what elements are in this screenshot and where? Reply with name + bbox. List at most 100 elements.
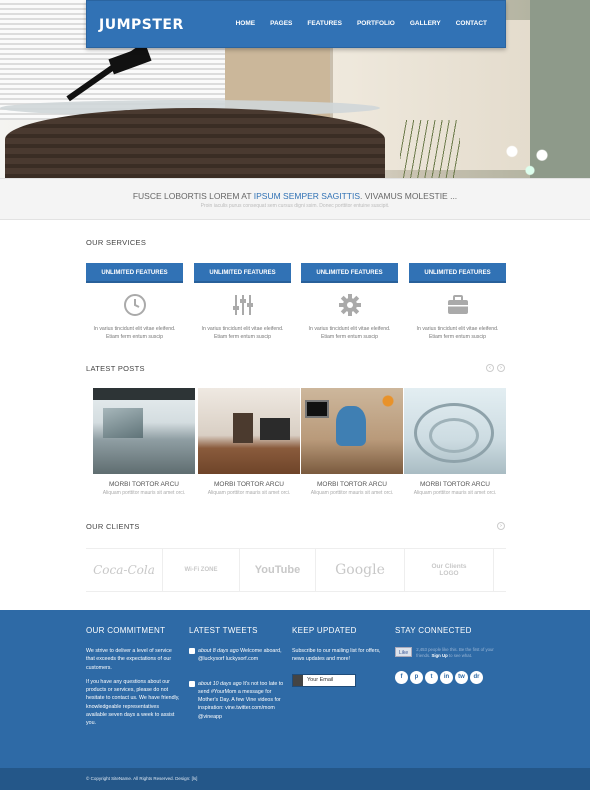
client-logo[interactable]: Coca-Cola xyxy=(86,549,163,591)
service-button[interactable]: UNLIMITED FEATURES xyxy=(194,263,291,283)
gear-icon xyxy=(338,293,362,317)
post-card[interactable]: MORBI TORTOR ARCU Aliquam porttitor maur… xyxy=(93,388,195,500)
client-logo[interactable]: Our Clients LOGO xyxy=(405,549,494,591)
nav-gallery[interactable]: GALLERY xyxy=(410,20,441,27)
service-desc-line: Etiam ferm entum suscip xyxy=(213,334,272,340)
copyright-bar: © Copyright SiteName. All Rights Reserve… xyxy=(0,768,590,790)
site-logo[interactable]: JUMPSTER xyxy=(99,17,184,33)
client-logo[interactable]: Google xyxy=(316,549,405,591)
services-heading: OUR SERVICES xyxy=(86,238,506,248)
post-card[interactable]: MORBI TORTOR ARCU Aliquam porttitor maur… xyxy=(198,388,300,500)
posts-prev-arrow[interactable]: ‹ xyxy=(486,364,494,372)
linkedin-icon[interactable]: in xyxy=(440,671,453,684)
service-desc: In varius tincidunt elit vitae eleifend.… xyxy=(409,325,506,341)
service-desc-line: Etiam ferm entum suscip xyxy=(105,334,164,340)
post-image[interactable] xyxy=(404,388,506,474)
clock-icon xyxy=(123,293,147,317)
post-title[interactable]: MORBI TORTOR ARCU xyxy=(93,481,195,488)
clients-logos: Coca-Cola Wi-Fi ZONE YouTube Google Our … xyxy=(86,548,506,592)
client-logo[interactable]: YouTube xyxy=(240,549,316,591)
pinterest-icon[interactable]: p xyxy=(410,671,423,684)
tagline-headline: FUSCE LOBORTIS LOREM AT IPSUM SEMPER SAG… xyxy=(0,191,590,201)
email-field[interactable]: Your Email xyxy=(292,673,356,687)
service-card: UNLIMITED FEATURES In varius tincidunt e… xyxy=(409,263,506,341)
social-icons: f p t in tw dr xyxy=(395,671,505,684)
tweet-text: about 10 days ago It's not too late to s… xyxy=(198,680,284,721)
service-button[interactable]: UNLIMITED FEATURES xyxy=(409,263,506,283)
like-text: 2,453 people like this. Be the first of … xyxy=(416,647,505,659)
footer-heading: KEEP UPDATED xyxy=(292,626,357,635)
commitment-text-2: If you have any questions about our prod… xyxy=(86,678,180,727)
service-desc: In varius tincidunt elit vitae eleifend.… xyxy=(301,325,398,341)
service-card: UNLIMITED FEATURES In varius tincidunt e… xyxy=(86,263,183,341)
footer-connected: STAY CONNECTED Like 2,453 people like th… xyxy=(395,626,505,684)
nav-home[interactable]: HOME xyxy=(236,20,256,27)
post-title[interactable]: MORBI TORTOR ARCU xyxy=(198,481,300,488)
service-desc-line: In varius tincidunt elit vitae eleifend. xyxy=(308,326,391,332)
signup-link[interactable]: Sign Up xyxy=(431,653,447,658)
post-desc: Aliquam porttitor mauris sit amet orci. xyxy=(207,490,291,496)
nav-pages[interactable]: PAGES xyxy=(270,20,292,27)
clients-next-arrow[interactable]: › xyxy=(497,522,505,530)
twitter-icon xyxy=(189,680,195,687)
sliders-icon xyxy=(231,293,255,317)
footer-heading: STAY CONNECTED xyxy=(395,626,472,635)
service-desc-line: In varius tincidunt elit vitae eleifend. xyxy=(93,326,176,332)
tweet: about 8 days ago Welcome aboard, @luckys… xyxy=(189,647,284,664)
posts-title: LATEST POSTS xyxy=(86,364,153,373)
facebook-icon[interactable]: f xyxy=(395,671,408,684)
like-button[interactable]: Like xyxy=(395,647,413,657)
subscribe-text: Subscribe to our mailing list for offers… xyxy=(292,648,381,663)
tweet-list: about 8 days ago Welcome aboard, @luckys… xyxy=(189,647,284,721)
post-title[interactable]: MORBI TORTOR ARCU xyxy=(404,481,506,488)
twitter-icon[interactable]: tw xyxy=(455,671,468,684)
mail-icon xyxy=(293,674,303,686)
tagline-text: FUSCE LOBORTIS LOREM AT xyxy=(132,191,254,201)
nav-contact[interactable]: CONTACT xyxy=(456,20,487,27)
service-card: UNLIMITED FEATURES In varius tincidunt e… xyxy=(194,263,291,341)
footer-updated: KEEP UPDATED Subscribe to our mailing li… xyxy=(292,626,387,687)
briefcase-icon xyxy=(446,293,470,317)
service-button[interactable]: UNLIMITED FEATURES xyxy=(86,263,183,283)
posts-next-arrow[interactable]: › xyxy=(497,364,505,372)
email-placeholder: Your Email xyxy=(307,677,334,684)
service-button[interactable]: UNLIMITED FEATURES xyxy=(301,263,398,283)
tagline-bar: FUSCE LOBORTIS LOREM AT IPSUM SEMPER SAG… xyxy=(0,178,590,220)
service-desc-line: In varius tincidunt elit vitae eleifend. xyxy=(201,326,284,332)
tagline-text-end: . VIVAMUS MOLESTIE ... xyxy=(360,191,458,201)
post-desc: Aliquam porttitor mauris sit amet orci. xyxy=(413,490,497,496)
tweet: about 10 days ago It's not too late to s… xyxy=(189,680,284,721)
nav-features[interactable]: FEATURES xyxy=(307,20,342,27)
service-desc: In varius tincidunt elit vitae eleifend.… xyxy=(194,325,291,341)
client-logo[interactable]: Wi-Fi ZONE xyxy=(163,549,240,591)
plant xyxy=(400,120,460,178)
footer-commitment: OUR COMMITMENT We strive to deliver a le… xyxy=(86,626,181,728)
tagline-highlight: IPSUM SEMPER SAGITTIS xyxy=(253,191,361,201)
post-image[interactable] xyxy=(93,388,195,474)
footer-heading: OUR COMMITMENT xyxy=(86,626,166,635)
post-desc: Aliquam porttitor mauris sit amet orci. xyxy=(102,490,186,496)
post-card[interactable]: MORBI TORTOR ARCU Aliquam porttitor maur… xyxy=(404,388,506,500)
post-image[interactable] xyxy=(198,388,300,474)
clients-heading: OUR CLIENTS xyxy=(86,522,506,532)
dribbble-icon[interactable]: dr xyxy=(470,671,483,684)
service-desc: In varius tincidunt elit vitae eleifend.… xyxy=(86,325,183,341)
tumblr-icon[interactable]: t xyxy=(425,671,438,684)
commitment-text: We strive to deliver a level of service … xyxy=(86,648,172,671)
post-card[interactable]: MORBI TORTOR ARCU Aliquam porttitor maur… xyxy=(301,388,403,500)
post-desc: Aliquam porttitor mauris sit amet orci. xyxy=(310,490,394,496)
footer-tweets: LATEST TWEETS about 8 days ago Welcome a… xyxy=(189,626,284,727)
service-desc-line: Etiam ferm entum suscip xyxy=(428,334,487,340)
flowers xyxy=(500,140,560,178)
twitter-icon xyxy=(189,648,195,654)
nav-portfolio[interactable]: PORTFOLIO xyxy=(357,20,395,27)
top-navbar: JUMPSTER HOME PAGES FEATURES PORTFOLIO G… xyxy=(86,0,506,48)
footer: OUR COMMITMENT We strive to deliver a le… xyxy=(0,610,590,768)
post-image[interactable] xyxy=(301,388,403,474)
divider xyxy=(86,527,506,528)
tweet-time: about 8 days ago xyxy=(198,648,239,654)
service-desc-line: In varius tincidunt elit vitae eleifend. xyxy=(416,326,499,332)
main-menu: HOME PAGES FEATURES PORTFOLIO GALLERY CO… xyxy=(236,20,487,27)
post-title[interactable]: MORBI TORTOR ARCU xyxy=(301,481,403,488)
clients-title: OUR CLIENTS xyxy=(86,522,148,531)
